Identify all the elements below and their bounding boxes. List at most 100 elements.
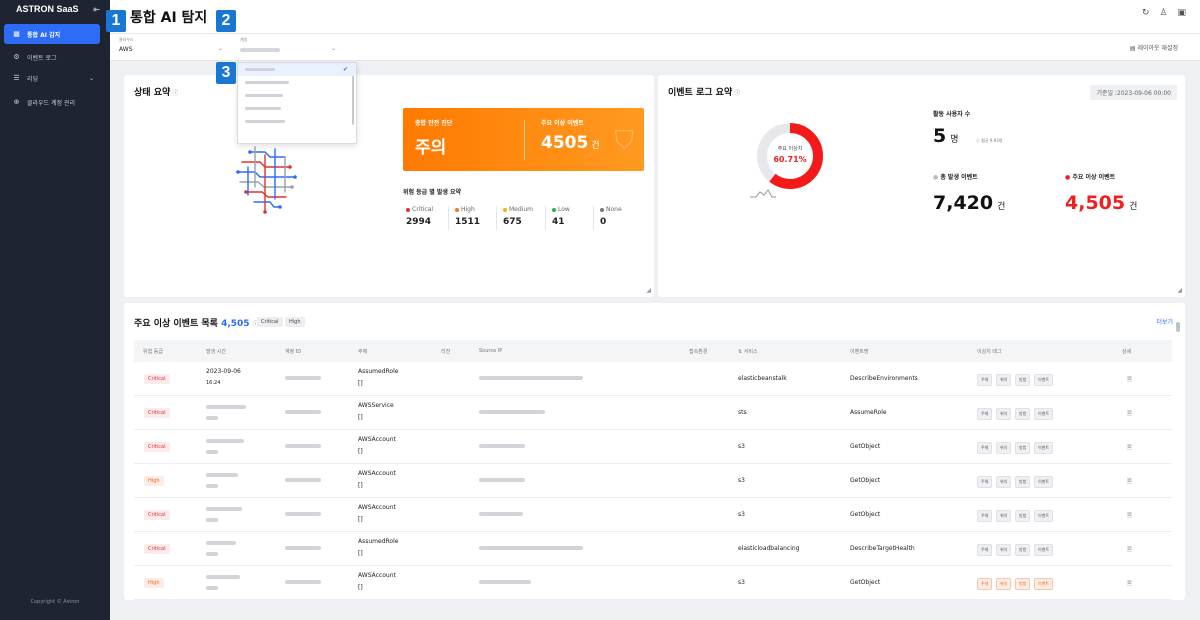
table-row[interactable]: Critical AWSService [] sts AssumeRole 주체…	[134, 396, 1172, 430]
risk-none: None 0	[600, 206, 622, 227]
severity-badge: Critical	[144, 442, 170, 452]
event-time-redacted	[206, 507, 242, 511]
table-row[interactable]: Critical AWSAccount [] s3 GetObject 주체 위…	[134, 498, 1172, 532]
detail-icon[interactable]: 🗎	[1127, 545, 1132, 555]
account-select[interactable]: 계정 ⌄	[240, 37, 336, 59]
service: s3	[738, 443, 745, 450]
tag-method: 방법	[1015, 510, 1031, 522]
column-header[interactable]: 위험 등급	[143, 348, 163, 355]
tag-location: 위치	[996, 544, 1012, 556]
cloud-select-label: 클라우드	[119, 37, 134, 42]
event-name: GetObject	[850, 477, 881, 484]
column-header[interactable]: 이벤트명	[850, 348, 868, 355]
event-time-redacted	[206, 575, 240, 579]
table-row[interactable]: Critical AssumedRole [] elasticloadbalan…	[134, 532, 1172, 566]
anomaly-events-unit: 건	[591, 141, 600, 151]
sidebar-item-label: 리딩	[27, 75, 39, 83]
bookmark-icon[interactable]: ▣	[1177, 8, 1186, 18]
sidebar-item-reading[interactable]: ☰ 리딩 ⌄	[4, 68, 100, 88]
cloud-select[interactable]: 클라우드 AWS ⌄	[119, 37, 223, 59]
active-users-label: 활동 사용자 수	[933, 111, 971, 118]
account-option[interactable]	[238, 76, 356, 89]
column-header[interactable]: 이상치 태그	[977, 348, 1002, 355]
chevron-down-icon: ⌄	[217, 45, 223, 52]
column-header[interactable]: Source IP	[479, 348, 502, 354]
detail-icon[interactable]: 🗎	[1127, 477, 1132, 487]
anomaly-events-label: ● 주요 이상 이벤트	[1065, 174, 1116, 181]
sidebar-header: ASTRON SaaS ⇤	[0, 0, 110, 18]
principal-sub: []	[358, 482, 363, 489]
column-header[interactable]: 리전	[441, 348, 450, 355]
service: s3	[738, 579, 745, 586]
filter-chip-critical[interactable]: Critical	[257, 317, 283, 327]
source-ip-redacted	[479, 580, 531, 584]
tag-event: 이벤트	[1034, 510, 1054, 522]
risk-critical: Critical 2994	[406, 206, 433, 227]
more-link[interactable]: 더보기	[1156, 317, 1173, 326]
account-id-redacted	[285, 478, 321, 482]
tag-method: 방법	[1015, 442, 1031, 454]
principal-sub: []	[358, 584, 363, 591]
account-id-redacted	[285, 512, 321, 516]
account-option[interactable]: ✔	[238, 63, 356, 76]
column-header[interactable]: 발생 시간	[206, 348, 226, 355]
tag-event: 이벤트	[1034, 442, 1054, 454]
source-ip-redacted	[479, 512, 523, 516]
severity-badge: Critical	[144, 510, 170, 520]
event-name: DescribeEnvironments	[850, 375, 918, 382]
column-header[interactable]: ⇅ 서비스	[738, 348, 758, 355]
account-option[interactable]	[238, 102, 356, 115]
overall-status-value: 주의	[415, 138, 447, 158]
table-row[interactable]: Critical AWSAccount [] s3 GetObject 주체 위…	[134, 430, 1172, 464]
sidebar-item-event-log[interactable]: ⚙ 이벤트 로그	[4, 47, 100, 67]
sidebar-item-cloud-accounts[interactable]: ⊕ 클라우드 계정 관리	[4, 92, 100, 112]
sidebar-item-ai-detection[interactable]: ▦ 통합 AI 감지	[4, 24, 100, 44]
table-row[interactable]: Critical 2023-09-06 16:24 AssumedRole []…	[134, 362, 1172, 396]
donut-center-label: 주요 이상치 60.71%	[754, 145, 826, 164]
tag-principal: 주체	[977, 578, 993, 590]
user-icon[interactable]: ♙	[1159, 8, 1167, 18]
column-header[interactable]: 주체	[358, 348, 367, 355]
risk-summary-title: 위험 등급 별 발생 요약	[403, 189, 462, 196]
detail-icon[interactable]: 🗎	[1127, 579, 1132, 589]
tag-event: 이벤트	[1034, 408, 1054, 420]
filter-chip-high[interactable]: High	[285, 317, 305, 327]
layout-reset-button[interactable]: ▤ 레이아웃 재설정	[1130, 43, 1178, 52]
tag-location: 위치	[996, 476, 1012, 488]
donut-value: 60.71%	[773, 155, 807, 164]
column-header[interactable]: 접속환경	[689, 348, 707, 355]
event-time-redacted	[206, 484, 218, 488]
sidebar: ASTRON SaaS ⇤ ▦ 통합 AI 감지 ⚙ 이벤트 로그 ☰ 리딩 ⌄…	[0, 0, 110, 620]
tag-location: 위치	[996, 374, 1012, 386]
tag-location: 위치	[996, 408, 1012, 420]
detail-icon[interactable]: 🗎	[1127, 409, 1132, 419]
detail-icon[interactable]: 🗎	[1127, 375, 1132, 385]
tag-method: 방법	[1015, 408, 1031, 420]
column-header[interactable]: 계정 ID	[285, 348, 301, 355]
account-option[interactable]	[238, 115, 356, 128]
table-scrollbar[interactable]	[1176, 322, 1180, 332]
card-title: 상태 요약 ⓘ	[134, 88, 179, 98]
principal: AWSService	[358, 402, 394, 409]
shield-icon: ⛉	[614, 126, 634, 156]
account-option[interactable]	[238, 89, 356, 102]
chevron-down-icon: ⌄	[330, 45, 336, 52]
resize-handle[interactable]: ◢	[1177, 287, 1182, 294]
tag-principal: 주체	[977, 408, 993, 420]
collapse-icon[interactable]: ⇤	[93, 5, 100, 14]
detail-icon[interactable]: 🗎	[1127, 443, 1132, 453]
source-ip-redacted	[479, 546, 583, 550]
principal-sub: []	[358, 516, 363, 523]
detail-icon[interactable]: 🗎	[1127, 511, 1132, 521]
table-row[interactable]: High AWSAccount [] s3 GetObject 주체 위치 방법…	[134, 566, 1172, 600]
tag-event: 이벤트	[1034, 476, 1054, 488]
service: sts	[738, 409, 747, 416]
refresh-icon[interactable]: ↻	[1142, 8, 1150, 18]
callout-badge-2: 2	[216, 10, 236, 32]
column-header[interactable]: 상세	[1122, 348, 1131, 355]
source-ip-redacted	[479, 478, 525, 482]
severity-badge: Critical	[144, 408, 170, 418]
resize-handle[interactable]: ◢	[646, 287, 651, 294]
table-row[interactable]: High AWSAccount [] s3 GetObject 주체 위치 방법…	[134, 464, 1172, 498]
event-time-redacted	[206, 405, 246, 409]
